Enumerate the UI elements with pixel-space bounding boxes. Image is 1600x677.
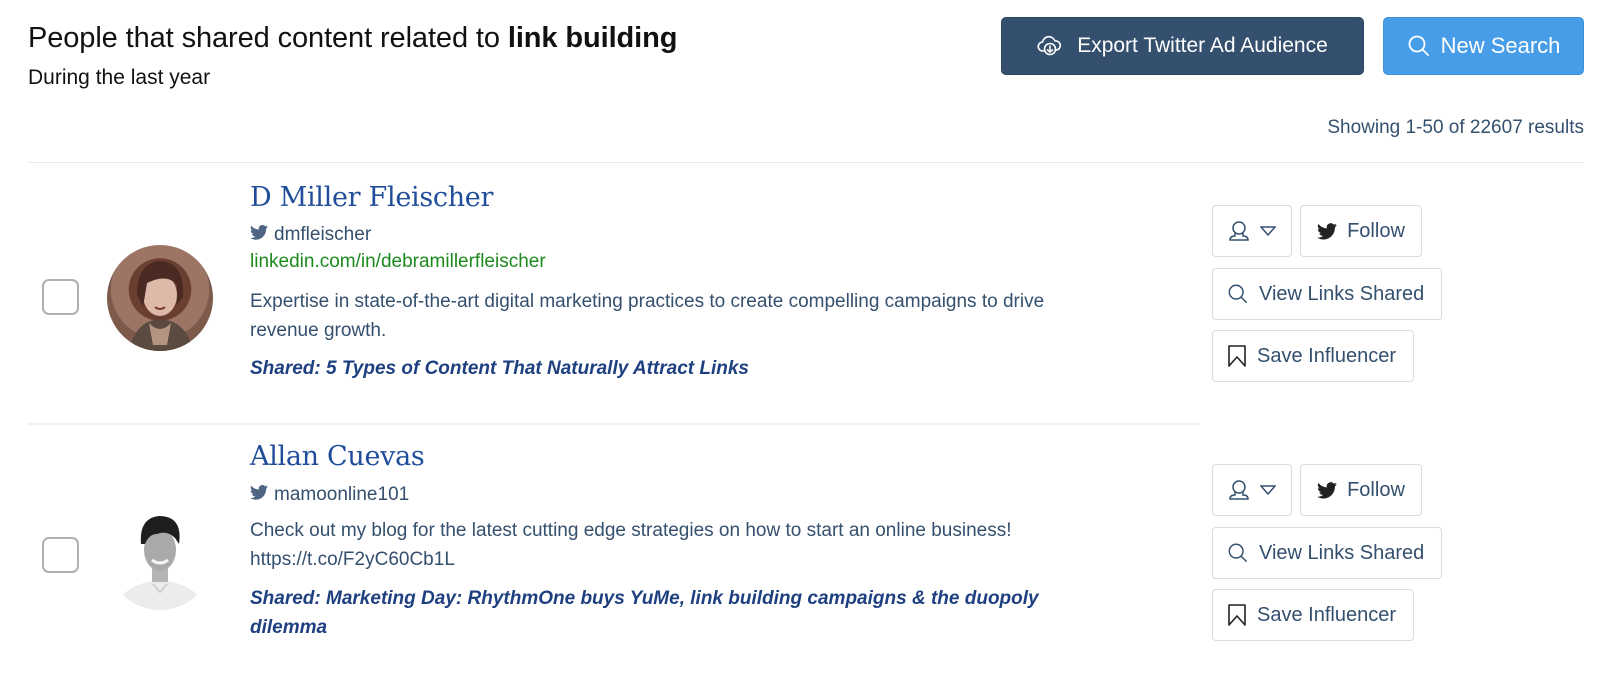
influencer-name[interactable]: Allan Cuevas — [250, 441, 425, 472]
twitter-handle-text: mamoonline101 — [274, 484, 410, 505]
view-links-shared-button[interactable]: View Links Shared — [1212, 268, 1442, 320]
twitter-handle[interactable]: dmfleischer — [250, 224, 371, 246]
search-icon — [1227, 283, 1249, 305]
follow-label: Follow — [1347, 219, 1405, 242]
chevron-down-icon — [1260, 225, 1276, 237]
page-title-topic: link building — [507, 22, 678, 54]
twitter-handle-text: dmfleischer — [274, 224, 372, 245]
avatar — [107, 245, 213, 351]
avatar — [107, 504, 213, 610]
divider — [28, 162, 1584, 163]
user-icon — [1228, 220, 1250, 242]
new-search-button[interactable]: New Search — [1383, 17, 1584, 75]
follow-button[interactable]: Follow — [1300, 205, 1422, 257]
twitter-icon — [1317, 481, 1338, 499]
row-divider — [28, 423, 1200, 425]
save-influencer-button[interactable]: Save Influencer — [1212, 589, 1414, 641]
audience-dropdown-button[interactable] — [1212, 464, 1292, 516]
influencer-bio: Check out my blog for the latest cutting… — [250, 520, 1012, 570]
view-links-shared-button[interactable]: View Links Shared — [1212, 527, 1442, 579]
shared-article-link[interactable]: Shared: 5 Types of Content That Naturall… — [250, 354, 1080, 383]
results-count: Showing 1-50 of 22607 results — [1327, 117, 1584, 138]
shared-article-link[interactable]: Shared: Marketing Day: RhythmOne buys Yu… — [250, 584, 1080, 642]
avatar-portrait — [129, 261, 193, 351]
twitter-icon — [1317, 222, 1338, 240]
audience-dropdown-button[interactable] — [1212, 205, 1292, 257]
influencer-name[interactable]: D Miller Fleischer — [250, 182, 493, 213]
select-checkbox[interactable] — [42, 279, 79, 315]
follow-button[interactable]: Follow — [1300, 464, 1422, 516]
select-checkbox[interactable] — [42, 537, 79, 573]
save-influencer-label: Save Influencer — [1257, 344, 1396, 367]
twitter-icon — [250, 484, 268, 506]
avatar-portrait — [115, 516, 205, 610]
chevron-down-icon — [1260, 484, 1276, 496]
view-links-label: View Links Shared — [1259, 282, 1425, 305]
search-icon — [1227, 542, 1249, 564]
twitter-icon — [250, 224, 268, 246]
save-influencer-button[interactable]: Save Influencer — [1212, 330, 1414, 382]
bookmark-icon — [1227, 603, 1247, 627]
new-search-label: New Search — [1440, 33, 1561, 58]
search-icon — [1407, 34, 1431, 58]
user-icon — [1228, 479, 1250, 501]
twitter-handle[interactable]: mamoonline101 — [250, 484, 409, 506]
bookmark-icon — [1227, 344, 1247, 368]
influencer-bio: Expertise in state-of-the-art digital ma… — [250, 291, 1045, 341]
website-link[interactable]: linkedin.com/in/debramillerfleischer — [250, 251, 546, 273]
view-links-label: View Links Shared — [1259, 541, 1425, 564]
follow-label: Follow — [1347, 478, 1405, 501]
page-subtitle: During the last year — [28, 66, 211, 89]
page-title: People that shared content related to li… — [28, 22, 677, 55]
page-title-prefix: People that shared content related to — [28, 22, 508, 54]
export-twitter-ad-audience-button[interactable]: Export Twitter Ad Audience — [1001, 17, 1364, 75]
cloud-download-icon — [1037, 34, 1063, 58]
save-influencer-label: Save Influencer — [1257, 603, 1396, 626]
export-button-label: Export Twitter Ad Audience — [1077, 34, 1328, 57]
